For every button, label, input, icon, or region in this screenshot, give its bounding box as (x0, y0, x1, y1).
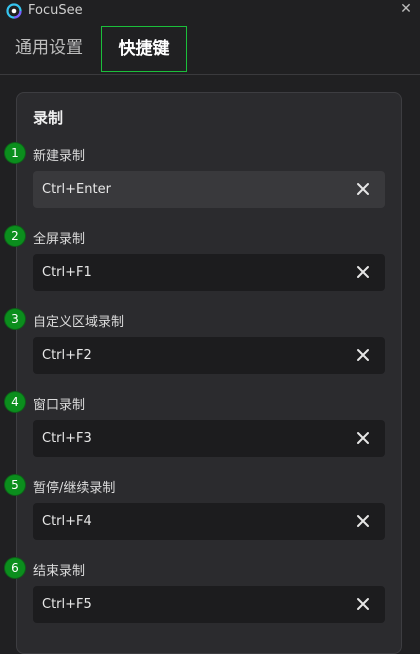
shortcut-value: Ctrl+F3 (42, 431, 92, 446)
clear-x-icon[interactable] (355, 596, 371, 612)
tabs-divider (0, 74, 420, 75)
title-bar: FocuSee ✕ (0, 0, 420, 22)
shortcut-label-custom-area-recording: 自定义区域录制 (33, 315, 125, 330)
annotation-badge: 1 (5, 143, 25, 163)
clear-x-icon[interactable] (355, 181, 371, 197)
clear-x-icon[interactable] (355, 264, 371, 280)
shortcut-value: Ctrl+F5 (42, 597, 92, 612)
focusee-logo-icon (6, 3, 22, 19)
shortcut-label-pause-resume-recording: 暂停/继续录制 (33, 481, 116, 496)
shortcut-value: Ctrl+F2 (42, 348, 92, 363)
annotation-badge: 4 (5, 392, 25, 412)
recording-shortcuts-panel: 录制 新建录制 Ctrl+Enter 全屏录制 Ctrl+F1 自定义区域录制 … (16, 92, 402, 654)
shortcut-field-end-recording[interactable]: Ctrl+F5 (33, 586, 385, 623)
shortcut-value: Ctrl+F4 (42, 514, 92, 529)
settings-tabs: 通用设置 快捷键 (0, 22, 420, 74)
annotation-badge: 3 (5, 309, 25, 329)
annotation-badge: 2 (5, 226, 25, 246)
annotation-badge: 5 (5, 475, 25, 495)
annotation-badge: 6 (5, 558, 25, 578)
shortcut-label-window-recording: 窗口录制 (33, 398, 86, 413)
close-window-button[interactable]: ✕ (398, 1, 414, 17)
shortcut-field-fullscreen-recording[interactable]: Ctrl+F1 (33, 254, 385, 291)
tab-shortcuts[interactable]: 快捷键 (101, 26, 187, 72)
shortcut-field-new-recording[interactable]: Ctrl+Enter (33, 171, 385, 208)
clear-x-icon[interactable] (355, 430, 371, 446)
app-title: FocuSee (28, 3, 83, 18)
section-title: 录制 (33, 109, 64, 127)
shortcut-field-pause-resume-recording[interactable]: Ctrl+F4 (33, 503, 385, 540)
shortcut-label-new-recording: 新建录制 (33, 149, 86, 164)
clear-x-icon[interactable] (355, 347, 371, 363)
shortcut-label-end-recording: 结束录制 (33, 564, 86, 579)
close-icon: ✕ (400, 1, 412, 17)
shortcut-field-window-recording[interactable]: Ctrl+F3 (33, 420, 385, 457)
shortcut-value: Ctrl+F1 (42, 265, 92, 280)
shortcut-label-fullscreen-recording: 全屏录制 (33, 232, 86, 247)
clear-x-icon[interactable] (355, 513, 371, 529)
shortcut-value: Ctrl+Enter (42, 182, 111, 197)
shortcut-field-custom-area-recording[interactable]: Ctrl+F2 (33, 337, 385, 374)
tab-general-settings[interactable]: 通用设置 (15, 26, 83, 70)
